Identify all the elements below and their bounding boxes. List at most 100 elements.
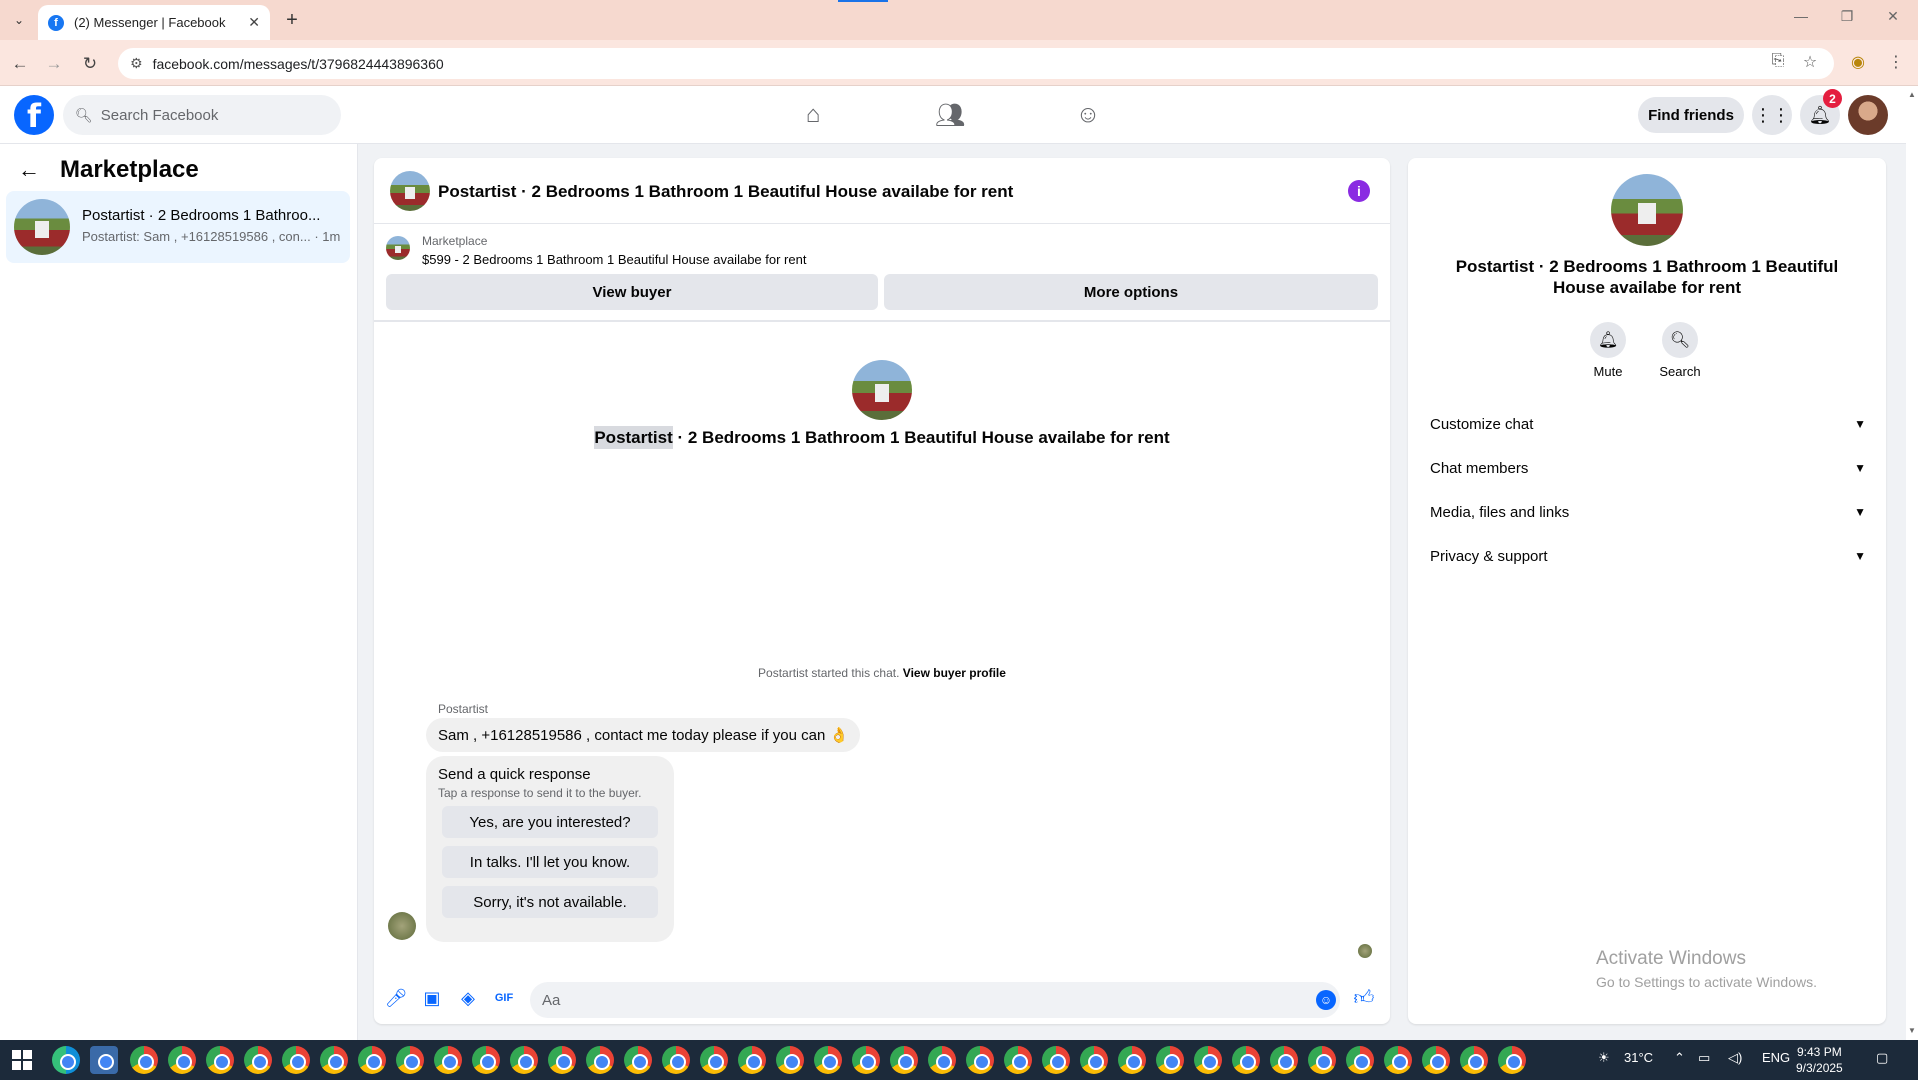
restore-icon[interactable]: ❐ [1832,8,1862,25]
chrome-icon[interactable] [966,1046,994,1074]
chrome-icon[interactable] [244,1046,272,1074]
quick-response-button[interactable]: In talks. I'll let you know. [442,846,658,878]
chrome-icon[interactable] [814,1046,842,1074]
quick-response-button[interactable]: Sorry, it's not available. [442,886,658,918]
chrome-icon[interactable] [890,1046,918,1074]
chrome-icon[interactable] [852,1046,880,1074]
photo-icon[interactable]: ▣ [420,986,444,1010]
notification-center-icon[interactable]: ▢ [1876,1050,1888,1066]
chrome-icon[interactable] [282,1046,310,1074]
chrome-icon[interactable] [1384,1046,1412,1074]
page-scrollbar[interactable]: ▲ ▼ [1906,86,1918,1040]
forward-icon[interactable]: → [42,52,66,76]
chrome-icon[interactable] [1308,1046,1336,1074]
chrome-icon[interactable] [1460,1046,1488,1074]
info-avatar[interactable] [1611,174,1683,246]
microphone-icon[interactable]: 🎤︎ [384,986,408,1010]
volume-icon[interactable]: ◁) [1728,1050,1742,1066]
install-app-icon[interactable]: ⎘ [1766,52,1790,70]
new-tab-icon[interactable]: + [280,8,304,32]
reload-icon[interactable]: ↻ [78,52,102,76]
minimize-icon[interactable]: — [1786,8,1816,24]
conversation-title[interactable]: Postartist · 2 Bedrooms 1 Bathroom 1 Bea… [438,182,1013,202]
chrome-icon[interactable] [510,1046,538,1074]
chrome-icon[interactable] [700,1046,728,1074]
chrome-icon[interactable] [1232,1046,1260,1074]
message-bubble[interactable]: Sam , +16128519586 , contact me today pl… [426,718,861,752]
chrome-icon[interactable] [1042,1046,1070,1074]
home-icon[interactable]: ⌂ [795,98,831,132]
chrome-icon[interactable] [168,1046,196,1074]
chrome-icon[interactable] [1346,1046,1374,1074]
chrome-icon[interactable] [130,1046,158,1074]
chrome-icon[interactable] [662,1046,690,1074]
chrome-icon[interactable] [1422,1046,1450,1074]
menu-grid-icon[interactable]: ⋮⋮ [1752,95,1792,135]
listing-title[interactable]: $599 - 2 Bedrooms 1 Bathroom 1 Beautiful… [422,252,806,267]
conversation-avatar[interactable] [390,171,430,211]
chrome-icon[interactable] [928,1046,956,1074]
chrome-icon[interactable] [1194,1046,1222,1074]
edge-icon[interactable] [52,1046,80,1074]
search-input[interactable]: 🔍︎ Search Facebook [63,95,341,135]
search-action[interactable]: 🔍︎ Search [1650,322,1710,379]
language-indicator[interactable]: ENG [1762,1050,1790,1065]
scroll-down-icon[interactable]: ▼ [1908,1026,1916,1035]
profile-icon[interactable]: ◉ [1846,52,1870,72]
back-icon[interactable]: ← [8,52,32,76]
address-bar[interactable]: ⚙ facebook.com/messages/t/37968244438963… [118,48,1834,79]
emoji-icon[interactable]: ☺ [1316,990,1336,1010]
tab-search-icon[interactable]: ⌄ [8,9,30,31]
chrome-icon[interactable] [358,1046,386,1074]
chrome-icon[interactable] [472,1046,500,1074]
account-avatar[interactable] [1848,95,1888,135]
windows-start-icon[interactable] [12,1050,32,1070]
chrome-icon[interactable] [586,1046,614,1074]
chrome-icon[interactable] [1156,1046,1184,1074]
sticker-icon[interactable]: ◈ [456,986,480,1010]
customize-chat-row[interactable]: Customize chat ▼ [1422,404,1872,444]
chrome-icon[interactable] [624,1046,652,1074]
mute-action[interactable]: 🔔︎ Mute [1578,322,1638,379]
chrome-icon[interactable] [434,1046,462,1074]
find-friends-button[interactable]: Find friends [1638,97,1744,133]
app-icon[interactable] [90,1046,118,1074]
bookmark-star-icon[interactable]: ☆ [1798,52,1822,72]
tray-chevron-icon[interactable]: ⌃ [1674,1050,1685,1066]
browser-menu-icon[interactable]: ⋮ [1884,52,1908,72]
media-files-links-row[interactable]: Media, files and links ▼ [1422,492,1872,532]
chrome-icon[interactable] [1004,1046,1032,1074]
clock[interactable]: 9:43 PM 9/3/2025 [1796,1044,1843,1076]
chrome-icon[interactable] [206,1046,234,1074]
chrome-icon[interactable] [320,1046,348,1074]
back-arrow-icon[interactable]: ← [18,157,40,183]
site-info-icon[interactable]: ⚙ [130,55,143,72]
network-icon[interactable]: ▭ [1698,1050,1710,1066]
scroll-up-icon[interactable]: ▲ [1908,90,1916,99]
browser-tab[interactable]: f (2) Messenger | Facebook ✕ [38,5,270,40]
mute-bell-icon[interactable]: 🔔︎ [1590,322,1626,358]
gif-icon[interactable]: GIF [492,986,516,1010]
like-thumbs-up-icon[interactable]: 👍︎ [1352,986,1376,1010]
tab-close-icon[interactable]: ✕ [248,14,260,31]
view-buyer-profile-link[interactable]: View buyer profile [903,666,1006,680]
chrome-icon[interactable] [1118,1046,1146,1074]
message-input[interactable]: Aa [530,982,1340,1018]
more-options-button[interactable]: More options [884,274,1378,310]
groups-icon[interactable]: ☺ [1070,98,1106,132]
chrome-icon[interactable] [1270,1046,1298,1074]
facebook-logo-icon[interactable]: f [14,95,54,135]
view-buyer-button[interactable]: View buyer [386,274,878,310]
chrome-icon[interactable] [1080,1046,1108,1074]
chrome-icon[interactable] [776,1046,804,1074]
friends-icon[interactable]: 👥︎ [932,98,968,132]
chat-list-item[interactable]: Postartist · 2 Bedrooms 1 Bathroo... Pos… [6,191,350,263]
chrome-icon[interactable] [396,1046,424,1074]
quick-response-button[interactable]: Yes, are you interested? [442,806,658,838]
info-icon[interactable]: i [1348,180,1370,202]
chrome-icon[interactable] [738,1046,766,1074]
chat-members-row[interactable]: Chat members ▼ [1422,448,1872,488]
temperature[interactable]: 31°C [1624,1050,1653,1065]
search-icon[interactable]: 🔍︎ [1662,322,1698,358]
chrome-icon[interactable] [1498,1046,1526,1074]
